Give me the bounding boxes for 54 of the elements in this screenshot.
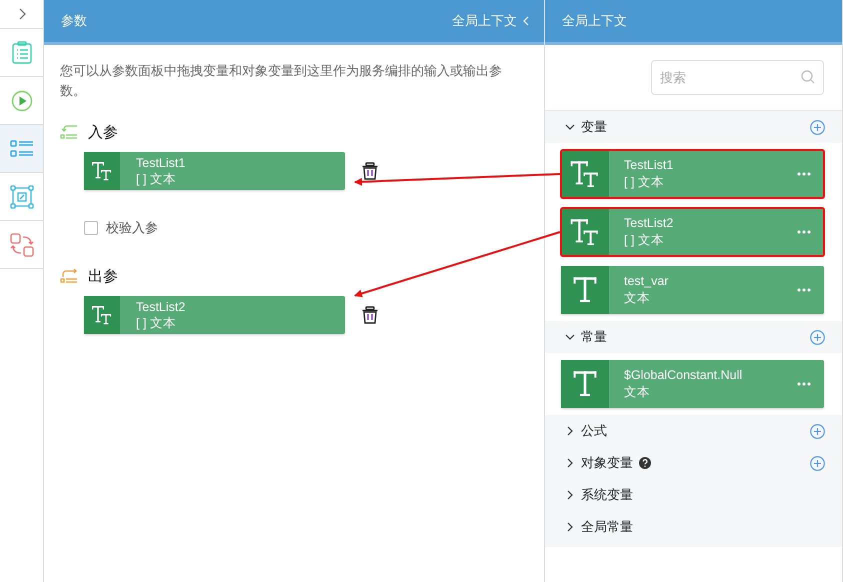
variable-name: $GlobalConstant.Null: [624, 367, 744, 384]
play-icon[interactable]: [10, 90, 32, 112]
network-icon[interactable]: [10, 184, 34, 208]
more-icon[interactable]: [797, 382, 811, 386]
parameter-type: [ ] 文本: [136, 171, 177, 187]
variable-name: test_var: [624, 273, 670, 290]
chevron-right-icon[interactable]: [565, 426, 575, 436]
validate-checkbox[interactable]: [84, 221, 98, 235]
search-icon[interactable]: [801, 70, 815, 84]
search-field[interactable]: 搜索: [651, 60, 824, 95]
category-label[interactable]: 公式: [581, 422, 607, 440]
chevron-right-icon[interactable]: [565, 458, 575, 468]
delete-icon[interactable]: [361, 306, 379, 324]
category-label[interactable]: 系统变量: [581, 486, 633, 504]
chevron-down-icon[interactable]: [565, 332, 575, 342]
swap-icon[interactable]: [10, 232, 34, 256]
delete-icon[interactable]: [361, 162, 379, 180]
help-icon[interactable]: [639, 457, 651, 469]
add-icon[interactable]: [810, 456, 825, 470]
category-label[interactable]: 常量: [581, 328, 607, 346]
add-icon[interactable]: [810, 120, 825, 134]
chevron-right-icon[interactable]: [565, 490, 575, 500]
input-params-icon: [60, 124, 78, 140]
category-label[interactable]: 对象变量: [581, 454, 633, 472]
variable-type: 文本: [624, 290, 651, 307]
more-icon[interactable]: [797, 172, 811, 176]
chevron-down-icon[interactable]: [565, 122, 575, 132]
variable-type: [ ] 文本: [624, 232, 665, 249]
expand-icon[interactable]: [16, 8, 26, 20]
more-icon[interactable]: [797, 288, 811, 292]
panel-title: 全局上下文: [562, 12, 627, 30]
panel-title: 参数: [61, 12, 87, 30]
variable-type: 文本: [624, 384, 651, 401]
section-title: 出参: [88, 267, 118, 286]
checklist-icon[interactable]: [10, 40, 32, 64]
variable-type: [ ] 文本: [624, 174, 665, 191]
list-icon[interactable]: [10, 138, 34, 160]
output-params-icon: [60, 268, 78, 284]
chevron-right-icon[interactable]: [565, 522, 575, 532]
category-label[interactable]: 全局常量: [581, 518, 633, 536]
add-icon[interactable]: [810, 330, 825, 344]
description-text: 您可以从参数面板中拖拽变量和对象变量到这里作为服务编排的输入或输出参数。: [59, 62, 503, 100]
variable-name: TestList2: [624, 215, 674, 232]
parameter-type: [ ] 文本: [136, 315, 177, 331]
section-title: 入参: [88, 123, 118, 142]
variable-name: TestList1: [624, 157, 674, 174]
more-icon[interactable]: [797, 230, 811, 234]
category-label[interactable]: 变量: [581, 118, 607, 136]
checkbox-label: 校验入参: [106, 219, 158, 237]
add-icon[interactable]: [810, 424, 825, 438]
parameter-name: TestList1: [136, 155, 186, 171]
sidebar-item[interactable]: [0, 125, 43, 173]
parameter-name: TestList2: [136, 299, 186, 315]
chevron-left-icon[interactable]: [522, 16, 530, 26]
